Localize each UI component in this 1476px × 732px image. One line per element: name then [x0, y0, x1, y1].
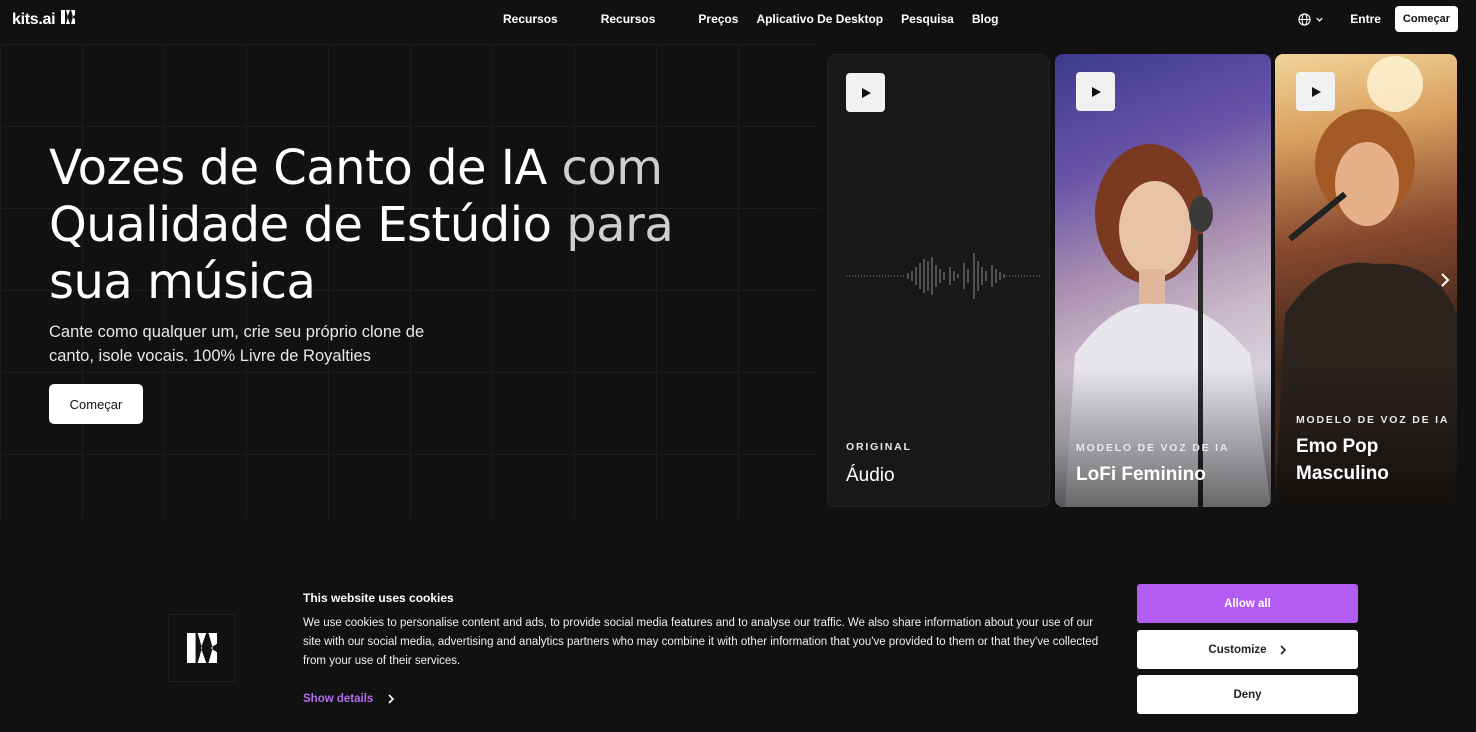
- deny-button[interactable]: Deny: [1137, 675, 1358, 714]
- carousel-next-button[interactable]: [1436, 270, 1454, 295]
- card-title: LoFi Feminino: [1076, 464, 1206, 485]
- play-icon: [1091, 86, 1101, 97]
- nav-right: Entre Começar: [1298, 6, 1458, 32]
- brand-mark-icon: [187, 633, 217, 663]
- hero-title-line1: Vozes de Canto de IA com: [49, 140, 663, 196]
- globe-icon: [1298, 12, 1311, 26]
- hero-cta-button[interactable]: Começar: [49, 384, 143, 424]
- voice-card-original[interactable]: ORIGINAL Áudio: [827, 54, 1050, 507]
- chevron-down-icon: [1316, 17, 1323, 22]
- nav-link-recursos[interactable]: Recursos: [503, 12, 558, 26]
- play-button[interactable]: [1076, 72, 1115, 111]
- nav-link-blog[interactable]: Blog: [972, 12, 999, 26]
- show-details-link[interactable]: Show details: [303, 693, 395, 705]
- cookie-banner: This website uses cookies We use cookies…: [0, 562, 1476, 732]
- voice-card-emo-pop[interactable]: MODELO DE VOZ DE IA Emo Pop Masculino: [1275, 54, 1457, 507]
- play-button[interactable]: [1296, 72, 1335, 111]
- card-kicker: ORIGINAL: [846, 441, 912, 453]
- signin-link[interactable]: Entre: [1350, 12, 1381, 26]
- voice-card-lofi[interactable]: MODELO DE VOZ DE IA LoFi Feminino: [1055, 54, 1271, 507]
- customize-button[interactable]: Customize: [1137, 630, 1358, 669]
- waveform-graphic: [846, 253, 1042, 299]
- play-icon: [861, 87, 871, 98]
- nav-link-desktop-app[interactable]: Aplicativo De Desktop: [756, 12, 883, 26]
- hero-title-line2: Qualidade de Estúdio para: [49, 197, 674, 253]
- cookie-brand-logo: [168, 614, 236, 682]
- cookie-title: This website uses cookies: [303, 591, 454, 605]
- cookie-description: We use cookies to personalise content an…: [303, 617, 1099, 667]
- top-nav: kits.ai Recursos Recursos Preços Aplicat…: [0, 0, 1476, 40]
- card-title: Áudio: [846, 465, 895, 486]
- play-icon: [1311, 86, 1321, 97]
- brand-logo[interactable]: kits.ai: [12, 10, 76, 29]
- chevron-right-icon: [388, 694, 395, 704]
- language-selector[interactable]: [1298, 12, 1324, 26]
- nav-link-precos[interactable]: Preços: [698, 12, 738, 26]
- nav-links: Recursos Recursos Preços Aplicativo De D…: [490, 12, 1012, 26]
- nav-cta-button[interactable]: Começar: [1394, 6, 1458, 32]
- card-title: Emo Pop Masculino: [1296, 436, 1389, 484]
- hero-title: Vozes de Canto de IA com Qualidade de Es…: [49, 140, 749, 311]
- chevron-right-icon: [1441, 273, 1450, 287]
- customize-label: Customize: [1208, 643, 1267, 656]
- allow-all-button[interactable]: Allow all: [1137, 584, 1358, 623]
- chevron-right-icon: [1280, 644, 1286, 655]
- brand-name: kits.ai: [12, 10, 56, 28]
- hero-subtitle: Cante como qualquer um, crie seu próprio…: [49, 323, 425, 365]
- hero-title-line3: sua música: [49, 254, 316, 310]
- play-button[interactable]: [846, 73, 885, 112]
- nav-link-pesquisa[interactable]: Pesquisa: [901, 12, 954, 26]
- card-kicker: MODELO DE VOZ DE IA: [1076, 442, 1230, 454]
- show-details-label: Show details: [303, 693, 374, 705]
- nav-link-recursos-2[interactable]: Recursos: [601, 12, 656, 26]
- brand-mark-icon: [61, 10, 76, 29]
- card-kicker: MODELO DE VOZ DE IA: [1296, 414, 1450, 426]
